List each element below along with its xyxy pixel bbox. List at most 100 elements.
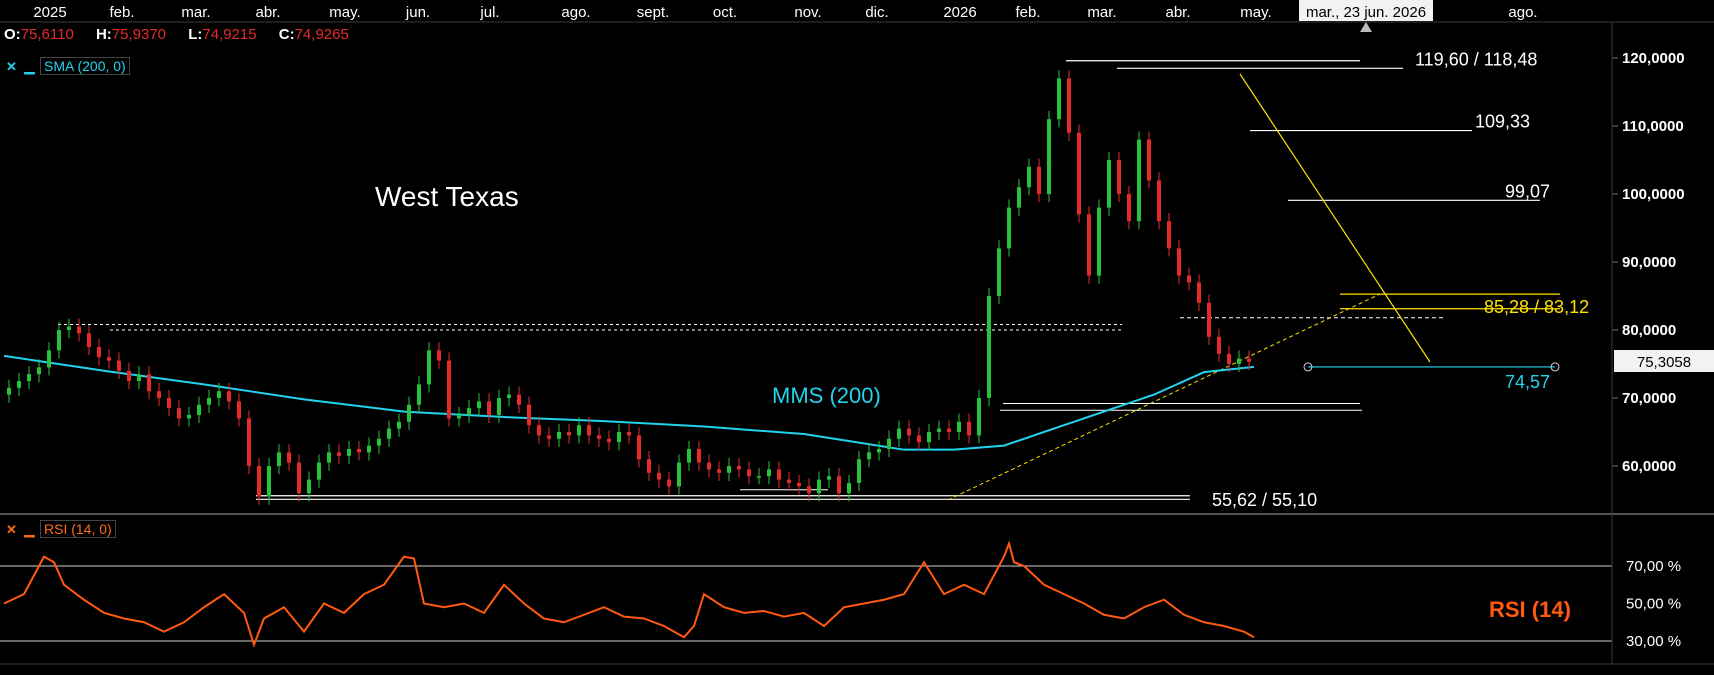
close-icon[interactable]: ✕ [4, 59, 19, 74]
rsi-line[interactable] [3, 540, 1255, 648]
price-level-label: 85,28 / 83,12 [1484, 297, 1589, 317]
candle-body [977, 398, 981, 436]
time-tick-label: jul. [479, 4, 499, 21]
downtrend-line[interactable] [1239, 73, 1431, 363]
candle-body [1177, 248, 1181, 276]
candle-body [967, 421, 971, 436]
candle-body [1027, 166, 1031, 188]
time-tick-label: nov. [794, 4, 821, 21]
price-tick-label: 110,0000 [1622, 118, 1684, 135]
candle-body [377, 438, 381, 446]
candle-body [577, 425, 581, 436]
rsi-legend-label[interactable]: RSI (14, 0) [40, 520, 116, 538]
candle-body [957, 421, 961, 432]
time-tick-label: ago. [1508, 4, 1537, 21]
open-value: 75,6110 [20, 26, 74, 43]
crosshair-marker-icon[interactable] [1360, 22, 1372, 32]
last-price-label: 75,3058 [1637, 354, 1691, 371]
low-label: L: [188, 26, 203, 43]
candle-body [327, 452, 331, 463]
candle-body [927, 432, 931, 443]
candle-body [1217, 336, 1221, 354]
time-tick-label: jun. [405, 4, 430, 21]
candle-body [1037, 166, 1041, 194]
candle-body [397, 421, 401, 429]
candle-body [17, 381, 21, 388]
candle-body [1207, 302, 1211, 337]
candle-body [877, 449, 881, 453]
candle-body [647, 459, 651, 473]
time-tick-label: 2026 [943, 4, 976, 21]
high-label: H: [95, 26, 112, 43]
price-tick-label: 100,0000 [1622, 186, 1685, 203]
candle-body [787, 479, 791, 483]
candle-body [347, 449, 351, 456]
candle-body [1237, 358, 1241, 364]
minimize-icon[interactable]: ▁ [22, 59, 37, 74]
candle-body [827, 476, 831, 480]
minimize-icon[interactable]: ▁ [22, 522, 37, 537]
candle-body [407, 404, 411, 422]
candle-body [137, 374, 141, 381]
candle-body [1087, 214, 1091, 276]
candle-body [67, 326, 71, 330]
candle-body [227, 391, 231, 402]
candle-body [807, 486, 811, 494]
time-tick-label: ago. [561, 4, 590, 21]
candle-body [117, 360, 121, 371]
candle-body [677, 462, 681, 487]
rsi-axis[interactable]: 70,00 % 50,00 % 30,00 % [1626, 558, 1681, 650]
candle-body [387, 428, 391, 439]
candle-body [297, 462, 301, 494]
candle-body [627, 432, 631, 436]
candle-body [417, 384, 421, 405]
candle-body [817, 479, 821, 494]
candle-body [157, 391, 161, 398]
rsi-pane[interactable] [0, 565, 1612, 642]
chart-canvas[interactable]: 2025 feb. mar. abr. may. jun. jul. ago. sept. oct… [0, 0, 1714, 675]
rsi-legend: ✕ ▁ RSI (14, 0) [4, 520, 116, 538]
candle-body [907, 428, 911, 436]
price-level-label: 55,62 / 55,10 [1212, 490, 1317, 510]
sma-legend-label[interactable]: SMA (200, 0) [40, 57, 130, 75]
candle-body [267, 466, 271, 497]
price-series[interactable] [7, 70, 1251, 505]
candle-body [277, 452, 281, 466]
candle-body [1007, 207, 1011, 249]
candle-body [897, 428, 901, 439]
candle-body [1057, 78, 1061, 120]
candle-body [197, 404, 201, 415]
close-icon[interactable]: ✕ [4, 522, 19, 537]
candle-body [587, 425, 591, 436]
candle-body [1247, 358, 1251, 362]
price-tick-label: 120,0000 [1622, 50, 1685, 67]
candle-body [167, 398, 171, 409]
time-tick-label: abr. [255, 4, 280, 21]
candle-body [97, 347, 101, 358]
candle-body [447, 360, 451, 419]
candle-body [427, 350, 431, 385]
candle-body [597, 435, 601, 439]
candle-body [607, 438, 611, 443]
candle-body [657, 472, 661, 480]
candle-body [507, 394, 511, 398]
candle-body [557, 432, 561, 439]
close-value: 74,9265 [294, 26, 349, 43]
rsi-tick-label: 30,00 % [1626, 633, 1681, 650]
candle-body [697, 449, 701, 463]
candle-body [107, 357, 111, 361]
price-axis[interactable]: 60,0000 70,0000 80,0000 90,0000 100,0000 110,… [1612, 50, 1685, 475]
candle-body [917, 435, 921, 443]
candle-body [1157, 180, 1161, 222]
candle-body [1097, 207, 1101, 276]
candle-body [987, 296, 991, 398]
ohlc-readout: O:75,6110 H:75,9370 L:74,9215 C:74,9265 [4, 26, 367, 43]
candle-body [547, 435, 551, 439]
candle-body [857, 459, 861, 483]
time-tick-label: oct. [713, 4, 737, 21]
candle-body [497, 398, 501, 415]
candle-body [217, 391, 221, 398]
candle-body [307, 479, 311, 494]
high-value: 75,9370 [111, 26, 167, 43]
candle-body [247, 418, 251, 466]
